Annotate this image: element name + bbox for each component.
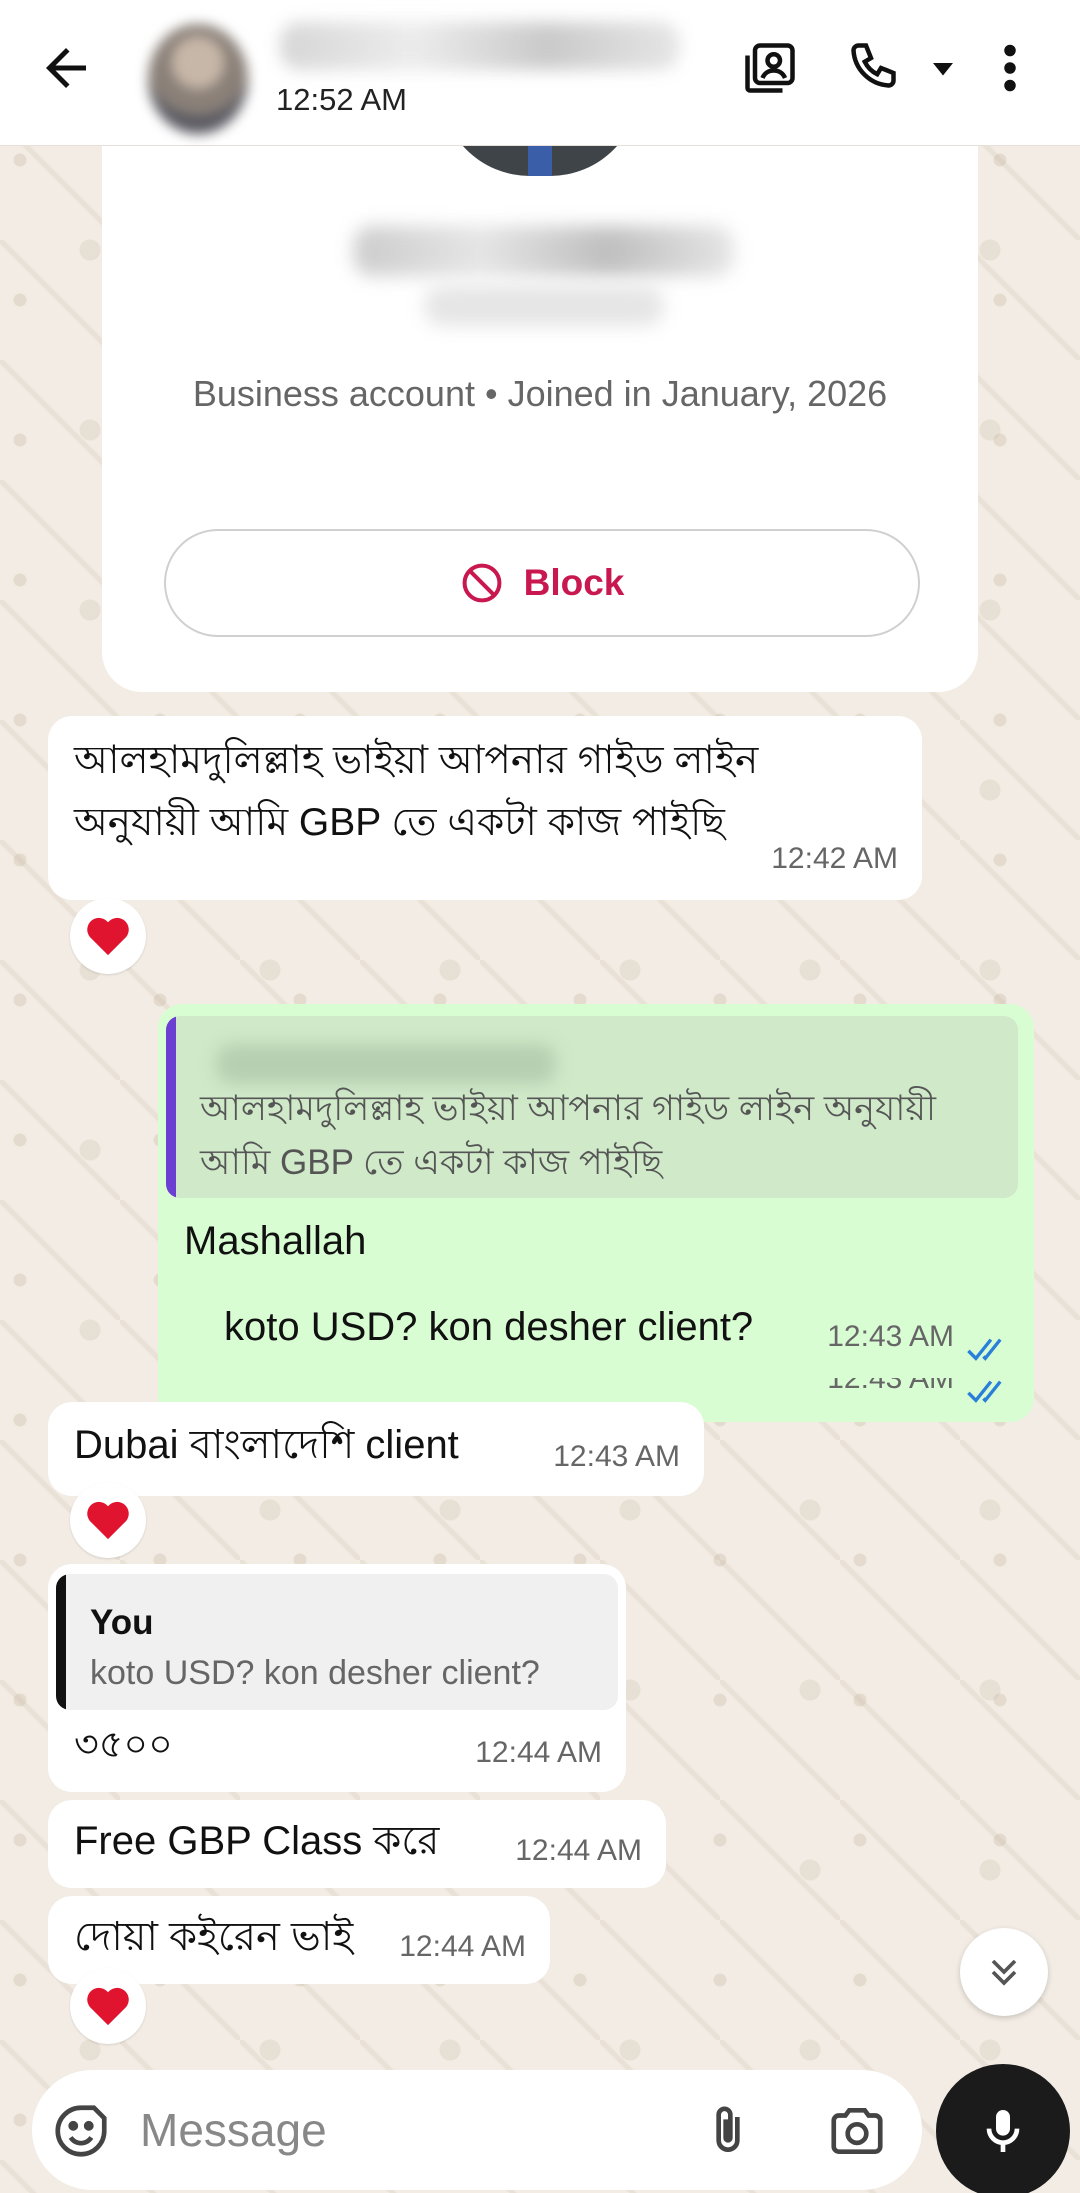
contact-card-button[interactable] xyxy=(740,38,800,98)
block-label: Block xyxy=(523,562,625,603)
voice-message-button[interactable] xyxy=(936,2064,1070,2193)
message-list[interactable]: Business account • Joined in January, 20… xyxy=(0,86,1080,2066)
incoming-message[interactable]: আলহামদুলিল্লাহ ভাইয়া আপনার গাইড লাইন অন… xyxy=(48,716,922,900)
call-button[interactable] xyxy=(846,38,966,98)
quoted-message[interactable]: আলহামদুলিল্লাহ ভাইয়া আপনার গাইড লাইন অন… xyxy=(166,1016,1018,1198)
message-composer xyxy=(32,2070,922,2190)
message-time: 12:44 AM xyxy=(515,1834,642,1867)
reaction-badge[interactable] xyxy=(70,898,146,974)
last-seen-text: 12:52 AM xyxy=(276,82,407,117)
heart-icon xyxy=(87,1987,129,2026)
double-chevron-down-icon xyxy=(991,1959,1017,1986)
more-vert-icon xyxy=(1004,44,1016,92)
chat-header: 12:52 AM xyxy=(0,0,1080,146)
incoming-message[interactable]: Dubai বাংলাদেশি client 12:43 AM xyxy=(48,1402,704,1496)
reaction-badge[interactable] xyxy=(70,1482,146,1558)
quote-bar xyxy=(166,1016,176,1198)
camera-icon[interactable] xyxy=(826,2100,888,2162)
quote-text: koto USD? kon desher client? xyxy=(90,1654,540,1692)
message-text: ৩৫০০ xyxy=(74,1724,173,1766)
block-icon xyxy=(462,563,502,603)
block-button[interactable]: Block xyxy=(164,529,920,637)
back-button[interactable] xyxy=(36,38,96,98)
message-input[interactable] xyxy=(140,2092,660,2168)
read-ticks-icon xyxy=(967,1338,1002,1361)
message-text: Dubai বাংলাদেশি client xyxy=(74,1423,459,1467)
quote-bar xyxy=(56,1574,66,1710)
more-options-button[interactable] xyxy=(990,38,1030,98)
sticker-icon[interactable] xyxy=(50,2100,112,2162)
incoming-message[interactable]: You koto USD? kon desher client? ৩৫০০ 12… xyxy=(48,1564,626,1792)
message-text: দোয়া কইরেন ভাই xyxy=(74,1915,354,1959)
contact-avatar[interactable] xyxy=(148,24,248,134)
quote-text: আলহামদুলিল্লাহ ভাইয়া আপনার গাইড লাইন অন… xyxy=(200,1089,937,1182)
message-time: 12:44 AM xyxy=(399,1930,526,1963)
heart-icon xyxy=(87,917,129,956)
outgoing-message[interactable]: koto USD? kon desher client? 12:43 AM xyxy=(196,1284,1034,1378)
contact-card-icon xyxy=(745,43,795,93)
phone-icon xyxy=(851,43,896,88)
quoted-message[interactable]: You koto USD? kon desher client? xyxy=(56,1574,618,1710)
message-text: Free GBP Class করে xyxy=(74,1819,440,1863)
contact-subtitle-blurred xyxy=(424,286,664,326)
quote-author-blurred xyxy=(216,1044,556,1084)
heart-icon xyxy=(87,1501,129,1540)
message-text: koto USD? kon desher client? xyxy=(224,1305,754,1349)
contact-info-card: Business account • Joined in January, 20… xyxy=(102,86,978,692)
reaction-badge[interactable] xyxy=(70,1968,146,2044)
incoming-message[interactable]: Free GBP Class করে 12:44 AM xyxy=(48,1800,666,1888)
message-time: 12:42 AM xyxy=(771,842,898,875)
message-text: Mashallah xyxy=(184,1219,367,1263)
attach-icon[interactable] xyxy=(700,2100,756,2162)
message-time: 12:43 AM xyxy=(553,1440,680,1473)
message-time: 12:43 AM xyxy=(827,1320,954,1353)
contact-number-blurred xyxy=(354,226,734,276)
scroll-to-bottom-button[interactable] xyxy=(960,1928,1048,2016)
contact-name-blurred[interactable] xyxy=(280,22,680,70)
chevron-down-icon xyxy=(933,63,953,76)
microphone-icon xyxy=(986,2110,1020,2152)
read-ticks-icon xyxy=(967,1380,1002,1403)
message-time: 12:44 AM xyxy=(475,1736,602,1769)
back-arrow-icon xyxy=(46,48,86,88)
business-account-info: Business account • Joined in January, 20… xyxy=(192,373,888,414)
